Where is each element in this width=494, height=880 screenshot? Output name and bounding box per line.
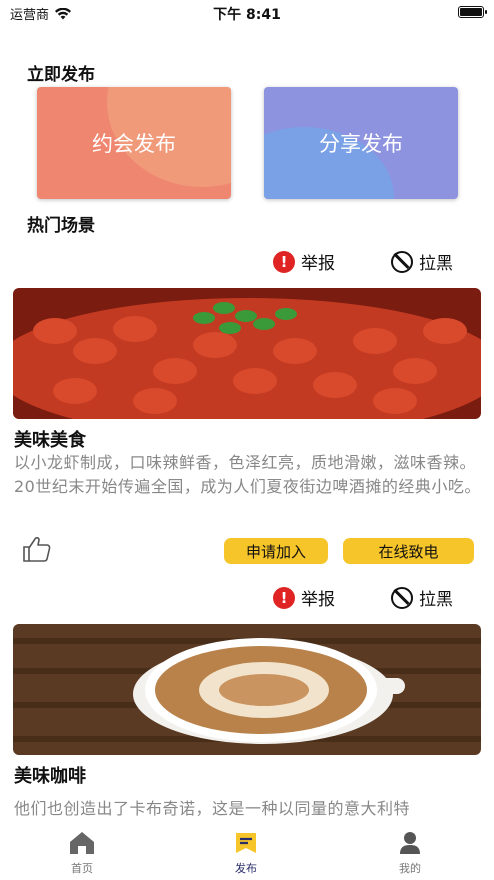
share-publish-label: 分享发布: [319, 132, 403, 156]
post-description: 他们也创造出了卡布奇诺，这是一种以同量的意大利特: [14, 799, 411, 818]
share-publish-button[interactable]: 分享发布: [264, 87, 458, 199]
block-label: 拉黑: [419, 590, 453, 610]
home-icon: [70, 832, 94, 854]
apply-join-button[interactable]: 申请加入: [224, 538, 328, 564]
post-description: 以小龙虾制成，口味辣鲜香，色泽红亮，质地滑嫩，滋味香辣。20世纪末开始传遍全国，…: [14, 453, 481, 496]
status-bar: 运营商 下午 8:41: [0, 0, 494, 26]
block-button[interactable]: 拉黑: [391, 249, 453, 274]
tab-publish[interactable]: 发布: [206, 830, 286, 876]
profile-icon: [400, 832, 420, 854]
report-label: 举报: [301, 254, 335, 274]
report-button[interactable]: ! 举报: [273, 585, 335, 610]
post-title: 美味咖啡: [14, 766, 86, 787]
crawfish-photo: [13, 288, 481, 419]
tab-profile-label: 我的: [399, 862, 421, 875]
block-label: 拉黑: [419, 254, 453, 274]
thumbs-up-icon[interactable]: [22, 535, 52, 563]
tab-home[interactable]: 首页: [42, 830, 122, 876]
tab-home-label: 首页: [71, 862, 93, 875]
coffee-photo: [13, 624, 481, 755]
report-icon: !: [273, 586, 295, 609]
date-publish-button[interactable]: 约会发布: [37, 87, 231, 199]
report-button[interactable]: ! 举报: [273, 249, 335, 274]
report-icon: !: [273, 250, 295, 273]
publish-icon: [236, 833, 256, 853]
online-call-button[interactable]: 在线致电: [343, 538, 474, 564]
block-icon: [391, 586, 413, 609]
post-actions: ! 举报 拉黑: [0, 585, 494, 611]
tab-publish-label: 发布: [235, 862, 257, 875]
battery-icon: [458, 6, 487, 18]
date-publish-label: 约会发布: [92, 132, 176, 156]
report-label: 举报: [301, 590, 335, 610]
block-button[interactable]: 拉黑: [391, 585, 453, 610]
tab-bar: 首页 发布 我的: [0, 824, 494, 880]
status-time: 下午 8:41: [213, 7, 281, 23]
block-icon: [391, 250, 413, 273]
publish-section-title: 立即发布: [27, 65, 95, 85]
post-actions: ! 举报 拉黑: [0, 249, 494, 275]
hot-section-title: 热门场景: [27, 216, 95, 236]
tab-profile[interactable]: 我的: [370, 830, 450, 876]
post-title: 美味美食: [14, 430, 86, 451]
